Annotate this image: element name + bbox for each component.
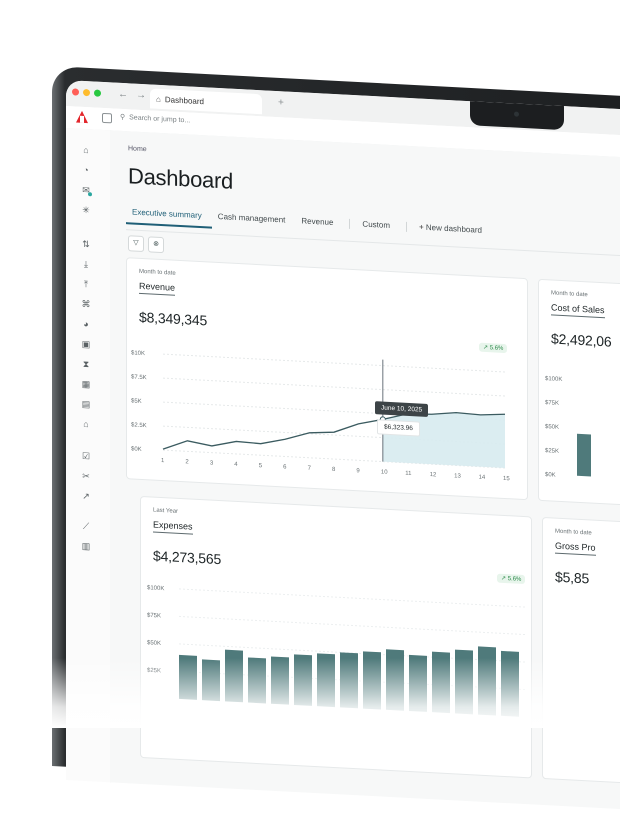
grid-line <box>163 353 505 373</box>
search-input[interactable]: Search or jump to... <box>129 114 190 124</box>
y-tick-label: $2.5K <box>131 422 147 429</box>
home-icon[interactable]: ⌂ <box>80 145 92 156</box>
y-tick-label: $75K <box>147 613 161 620</box>
x-tick-label: 12 <box>430 472 437 478</box>
clear-filter-icon[interactable]: ⊗ <box>148 236 164 254</box>
x-tick-label: 4 <box>234 462 238 468</box>
hourglass-icon[interactable]: ⧗ <box>80 359 92 371</box>
x-tick-label: 10 <box>381 470 388 476</box>
gross-profit-card[interactable]: Month to date Gross Pro $5,85 <box>542 516 620 788</box>
trend-icon[interactable]: ↗ <box>80 491 92 503</box>
line-chart-icon[interactable]: ⟋ <box>80 521 92 533</box>
x-tick-label: 5 <box>259 463 263 469</box>
inbox-icon[interactable]: ✉ <box>80 185 92 197</box>
breadcrumb[interactable]: Home <box>128 145 147 153</box>
scissors-icon[interactable]: ✂ <box>80 471 92 483</box>
upload-icon[interactable]: ⤒ <box>80 279 92 291</box>
new-tab-button[interactable]: + <box>278 97 284 108</box>
x-tick-label: 14 <box>479 475 486 481</box>
y-tick-label: $0K <box>131 446 142 453</box>
x-tick-label: 9 <box>356 468 360 474</box>
y-tick-label: $5K <box>131 398 142 405</box>
check-doc-icon[interactable]: ☑ <box>80 451 92 463</box>
transfer-icon[interactable]: ⇅ <box>80 239 92 251</box>
y-tick-label: $100K <box>147 585 164 592</box>
gross-caption: Month to date <box>555 528 592 537</box>
y-tick-label: $100K <box>545 376 562 383</box>
browser-tab-title: Dashboard <box>164 94 204 106</box>
bank-icon[interactable]: ⌂ <box>80 419 92 430</box>
camera-dot <box>514 111 519 117</box>
y-tick-label: $25K <box>545 448 559 455</box>
cost-of-sales-card[interactable]: Month to date Cost of Sales $2,492,06 $1… <box>538 278 620 510</box>
expenses-card[interactable]: Last Year Expenses $4,273,565 ↗ 5.6% $10… <box>140 495 532 779</box>
forward-icon[interactable]: → <box>136 90 146 102</box>
x-tick-label: 3 <box>210 461 214 467</box>
tab-custom[interactable]: Custom <box>356 219 400 238</box>
x-tick-label: 1 <box>161 458 165 464</box>
sparkle-icon[interactable]: ✳ <box>80 205 92 217</box>
tab-divider <box>405 221 407 232</box>
tab-divider <box>349 218 351 229</box>
x-tick-label: 11 <box>405 471 412 477</box>
new-dashboard-label: New dashboard <box>425 222 482 235</box>
clipboard-icon[interactable]: ▥ <box>80 541 92 553</box>
sidebar-toggle-icon[interactable] <box>102 112 112 124</box>
x-tick-label: 8 <box>332 467 336 473</box>
back-icon[interactable]: ← <box>118 89 128 101</box>
x-tick-label: 7 <box>308 466 312 472</box>
y-tick-label: $7.5K <box>131 374 147 381</box>
y-tick-label: $75K <box>545 400 559 407</box>
bottom-fade <box>0 658 620 728</box>
grid-line <box>163 377 505 397</box>
minimize-window-button[interactable] <box>83 88 90 97</box>
maximize-window-button[interactable] <box>94 89 101 97</box>
cards-icon[interactable]: ⌘ <box>80 299 92 311</box>
chart-tooltip-value: $6,323.96 <box>377 419 420 437</box>
gauge-icon[interactable]: ◔ <box>80 165 92 176</box>
y-tick-label: $0K <box>545 472 556 479</box>
revenue-chart[interactable]: $10K$7.5K$5K$2.5K$0K1 2 3 4 5 6 7 8 9 10 11 12 13 14 1… <box>127 258 527 499</box>
y-tick-label: $50K <box>545 424 559 431</box>
bag-icon[interactable]: ▣ <box>80 339 92 351</box>
download-icon[interactable]: ⤓ <box>80 259 92 271</box>
window-controls <box>72 88 101 97</box>
x-tick-label: 15 <box>503 476 510 482</box>
pie-icon[interactable]: ◕ <box>80 319 92 330</box>
y-tick-label: $10K <box>131 350 145 357</box>
gross-heading[interactable]: Gross Pro <box>555 540 596 556</box>
gross-value: $5,85 <box>555 568 590 587</box>
brand-logo-icon[interactable] <box>76 110 88 124</box>
page-title: Dashboard <box>128 163 233 194</box>
close-window-button[interactable] <box>72 88 79 96</box>
y-tick-label: $50K <box>147 640 161 647</box>
expenses-chart[interactable]: $100K$75K$50K$25K <box>141 497 531 777</box>
receipt-icon[interactable]: ▤ <box>80 399 92 411</box>
plus-icon: + <box>418 222 426 232</box>
tab-cash-management[interactable]: Cash management <box>212 212 296 233</box>
chart-tooltip-date: June 10, 2025 <box>375 401 429 417</box>
calendar-icon[interactable]: ▦ <box>80 379 92 391</box>
search-bar[interactable]: ⚲ Search or jump to... <box>120 113 190 125</box>
grid-line <box>179 615 525 636</box>
cost-chart[interactable]: $100K $75K $50K $25K $0K <box>539 280 620 508</box>
tab-revenue[interactable]: Revenue <box>295 216 343 236</box>
area-fill <box>382 412 505 469</box>
x-tick-label: 6 <box>283 464 287 470</box>
x-tick-label: 2 <box>185 459 189 465</box>
x-tick-label: 13 <box>454 473 461 479</box>
search-icon: ⚲ <box>120 113 126 122</box>
new-dashboard-button[interactable]: + New dashboard <box>413 222 492 243</box>
home-icon: ⌂ <box>156 94 161 104</box>
tab-executive-summary[interactable]: Executive summary <box>126 207 212 229</box>
filter-icon[interactable]: ▽ <box>128 235 144 253</box>
nav-arrows: ← → <box>118 89 146 101</box>
bar <box>577 433 591 477</box>
revenue-card[interactable]: Month to date Revenue $8,349,345 ↗ 5.6% … <box>126 257 528 501</box>
grid-line <box>179 588 525 608</box>
